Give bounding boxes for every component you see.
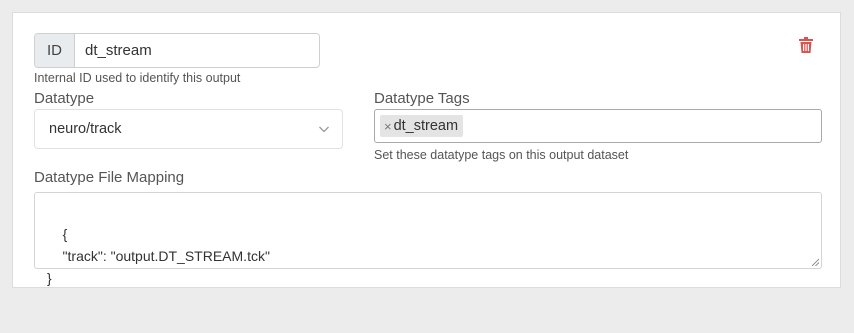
trash-icon[interactable] bbox=[799, 37, 813, 53]
tag-remove-icon[interactable]: × bbox=[384, 119, 392, 134]
tag-chip: × dt_stream bbox=[380, 115, 464, 137]
datatype-label: Datatype bbox=[34, 90, 95, 107]
datatype-selected-value: neuro/track bbox=[49, 121, 122, 137]
tag-label: dt_stream bbox=[393, 118, 459, 134]
id-input[interactable] bbox=[75, 34, 319, 67]
file-mapping-value: { "track": "output.DT_STREAM.tck" } bbox=[47, 226, 270, 286]
id-input-group: ID bbox=[34, 33, 320, 68]
chevron-down-icon bbox=[319, 126, 329, 133]
datatype-select[interactable]: neuro/track bbox=[34, 109, 343, 149]
output-card: ID Internal ID used to identify this out… bbox=[12, 12, 841, 288]
resize-grip-icon[interactable] bbox=[811, 258, 819, 266]
id-help-text: Internal ID used to identify this output bbox=[34, 71, 241, 85]
datatype-tags-input[interactable]: × dt_stream bbox=[374, 109, 822, 143]
datatype-tags-label: Datatype Tags bbox=[374, 90, 470, 107]
file-mapping-textarea[interactable]: { "track": "output.DT_STREAM.tck" } bbox=[34, 192, 822, 286]
file-mapping-label: Datatype File Mapping bbox=[34, 169, 185, 186]
id-addon-label: ID bbox=[35, 34, 75, 67]
datatype-tags-help: Set these datatype tags on this output d… bbox=[374, 148, 629, 162]
